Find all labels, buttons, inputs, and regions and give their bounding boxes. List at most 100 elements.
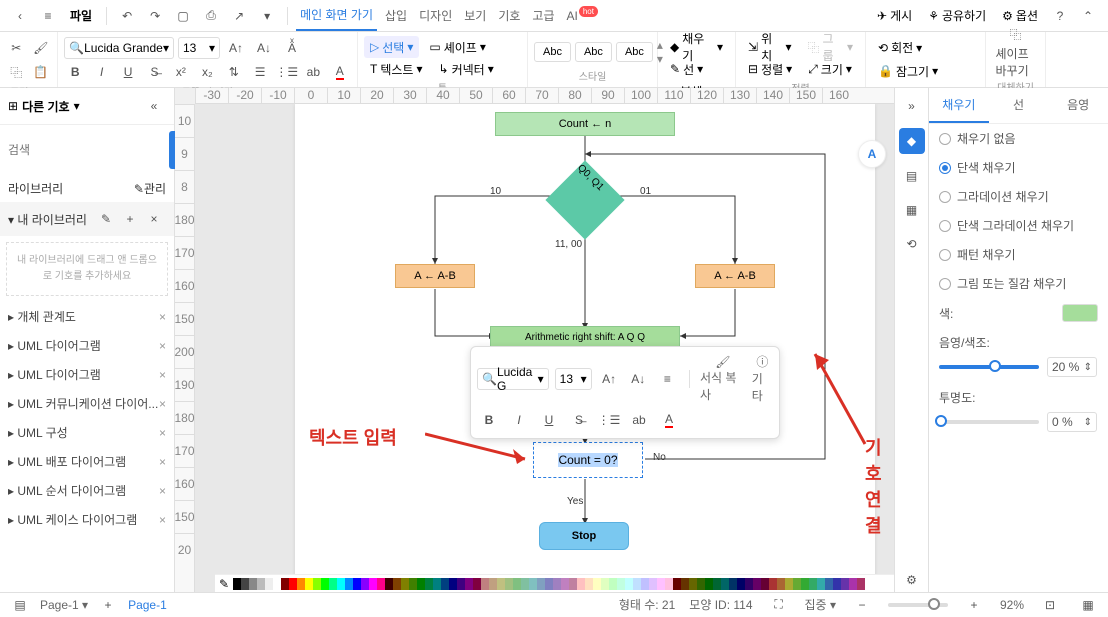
palette-color[interactable] — [777, 578, 785, 590]
palette-color[interactable] — [425, 578, 433, 590]
palette-color[interactable] — [537, 578, 545, 590]
palette-color[interactable] — [849, 578, 857, 590]
palette-color[interactable] — [561, 578, 569, 590]
palette-color[interactable] — [441, 578, 449, 590]
more-icon[interactable]: ▾ — [255, 4, 279, 28]
lib-item[interactable]: ▸ UML 순서 다이어그램× — [0, 476, 174, 505]
floating-toolbar[interactable]: 🔍Lucida G▾ 13▾ A↑ A↓ ≡ 🖌서식 복사 ⓘ기타 B I U … — [470, 346, 780, 439]
palette-color[interactable] — [417, 578, 425, 590]
text-tool[interactable]: T 텍스트 ▾ — [364, 58, 429, 80]
shape-process[interactable]: Count ← n — [495, 112, 675, 136]
lock-dd[interactable]: 🔒 잠그기 ▾ — [872, 60, 944, 82]
palette-color[interactable] — [505, 578, 513, 590]
fill-option[interactable]: 채우기 없음 — [929, 124, 1108, 153]
collapse-panel-icon[interactable]: « — [142, 94, 166, 118]
font-down-icon[interactable]: A↓ — [252, 36, 276, 60]
size-dd[interactable]: ⤢ 크기 ▾ — [802, 58, 858, 80]
palette-color[interactable] — [329, 578, 337, 590]
tab-ai[interactable]: AIhot — [563, 3, 601, 29]
fill-dd[interactable]: ◆ 채우기 ▾ — [664, 36, 729, 58]
shape-process[interactable]: Arithmetic right shift: A Q Q — [490, 326, 680, 348]
palette-color[interactable] — [681, 578, 689, 590]
tab-view[interactable]: 보기 — [460, 1, 490, 30]
palette-color[interactable] — [601, 578, 609, 590]
manage-link[interactable]: ✎관리 — [134, 180, 166, 197]
palette-color[interactable] — [809, 578, 817, 590]
edit-lib-icon[interactable]: ✎ — [94, 207, 118, 231]
ft-size-select[interactable]: 13▾ — [555, 368, 592, 390]
palette-color[interactable] — [393, 578, 401, 590]
zoom-out-icon[interactable]: − — [850, 593, 874, 617]
ai-badge[interactable]: A — [858, 140, 886, 168]
color-palette[interactable]: ✎ /*placeholder*/ — [215, 574, 894, 592]
sub-icon[interactable]: x₂ — [196, 60, 218, 84]
line-dd[interactable]: ✎ 선 ▾ — [664, 58, 709, 80]
palette-color[interactable] — [385, 578, 393, 590]
ft-color[interactable]: A — [657, 408, 681, 432]
palette-color[interactable] — [497, 578, 505, 590]
rp-tab-line[interactable]: 선 — [989, 88, 1049, 123]
palette-color[interactable] — [801, 578, 809, 590]
palette-color[interactable] — [633, 578, 641, 590]
zoom-slider[interactable] — [888, 603, 948, 607]
opacity-slider[interactable] — [939, 420, 1039, 424]
shape-selected[interactable]: Count = 0? — [533, 442, 643, 478]
replace-shape-button[interactable]: ⿻ 셰이프 바꾸기 — [996, 26, 1036, 79]
connector-tool[interactable]: ↳ 커넥터 ▾ — [433, 58, 500, 80]
back-icon[interactable]: ‹ — [8, 4, 32, 28]
shape-terminator[interactable]: Stop — [539, 522, 629, 550]
palette-color[interactable] — [609, 578, 617, 590]
palette-color[interactable] — [377, 578, 385, 590]
palette-color[interactable] — [649, 578, 657, 590]
expand-right-icon[interactable]: » — [900, 94, 924, 118]
palette-color[interactable] — [697, 578, 705, 590]
palette-color[interactable] — [761, 578, 769, 590]
palette-color[interactable] — [401, 578, 409, 590]
fit-icon[interactable]: ⊡ — [1038, 593, 1062, 617]
palette-color[interactable] — [521, 578, 529, 590]
file-menu[interactable]: 파일 — [64, 5, 98, 26]
palette-color[interactable] — [473, 578, 481, 590]
palette-color[interactable] — [449, 578, 457, 590]
palette-color[interactable] — [793, 578, 801, 590]
textcolor-icon[interactable]: ab — [302, 60, 324, 84]
palette-color[interactable] — [577, 578, 585, 590]
print-icon[interactable]: ⎙ — [199, 4, 223, 28]
palette-color[interactable] — [641, 578, 649, 590]
canvas[interactable]: Count ← n Q0, Q1 10 01 11, 00 A ← A-B A … — [195, 104, 894, 592]
palette-color[interactable] — [713, 578, 721, 590]
grid-icon[interactable]: ▦ — [1076, 593, 1100, 617]
palette-color[interactable] — [745, 578, 753, 590]
select-tool[interactable]: ▷ 선택 ▾ — [364, 36, 419, 58]
ft-italic[interactable]: I — [507, 408, 531, 432]
save-icon[interactable]: ▢ — [171, 4, 195, 28]
search-input[interactable] — [6, 131, 165, 169]
palette-color[interactable] — [233, 578, 241, 590]
bold-icon[interactable]: B — [64, 60, 86, 84]
shape-process[interactable]: A ← A-B — [695, 264, 775, 288]
palette-color[interactable] — [817, 578, 825, 590]
palette-color[interactable] — [705, 578, 713, 590]
palette-color[interactable] — [273, 578, 281, 590]
shape-decision[interactable]: Q0, Q1 — [557, 172, 613, 228]
palette-color[interactable] — [241, 578, 249, 590]
cut-icon[interactable]: ✂ — [6, 36, 27, 60]
palette-color[interactable] — [369, 578, 377, 590]
palette-color[interactable] — [841, 578, 849, 590]
font-select[interactable]: 🔍 Lucida Grande ▾ — [64, 37, 174, 59]
zoom-in-icon[interactable]: + — [962, 593, 986, 617]
palette-color[interactable] — [769, 578, 777, 590]
numbers-icon[interactable]: ⋮☰ — [275, 60, 298, 84]
palette-color[interactable] — [785, 578, 793, 590]
fill-option[interactable]: 그라데이션 채우기 — [929, 182, 1108, 211]
palette-color[interactable] — [289, 578, 297, 590]
palette-color[interactable] — [249, 578, 257, 590]
palette-color[interactable] — [657, 578, 665, 590]
layer-tool-icon[interactable]: ▦ — [900, 198, 924, 222]
options-button[interactable]: ⚙ 옵션 — [996, 5, 1044, 27]
palette-color[interactable] — [825, 578, 833, 590]
palette-color[interactable] — [593, 578, 601, 590]
style-preset-3[interactable]: Abc — [616, 42, 653, 62]
fill-tool-icon[interactable]: ◆ — [899, 128, 925, 154]
lib-item[interactable]: ▸ UML 케이스 다이어그램× — [0, 505, 174, 534]
